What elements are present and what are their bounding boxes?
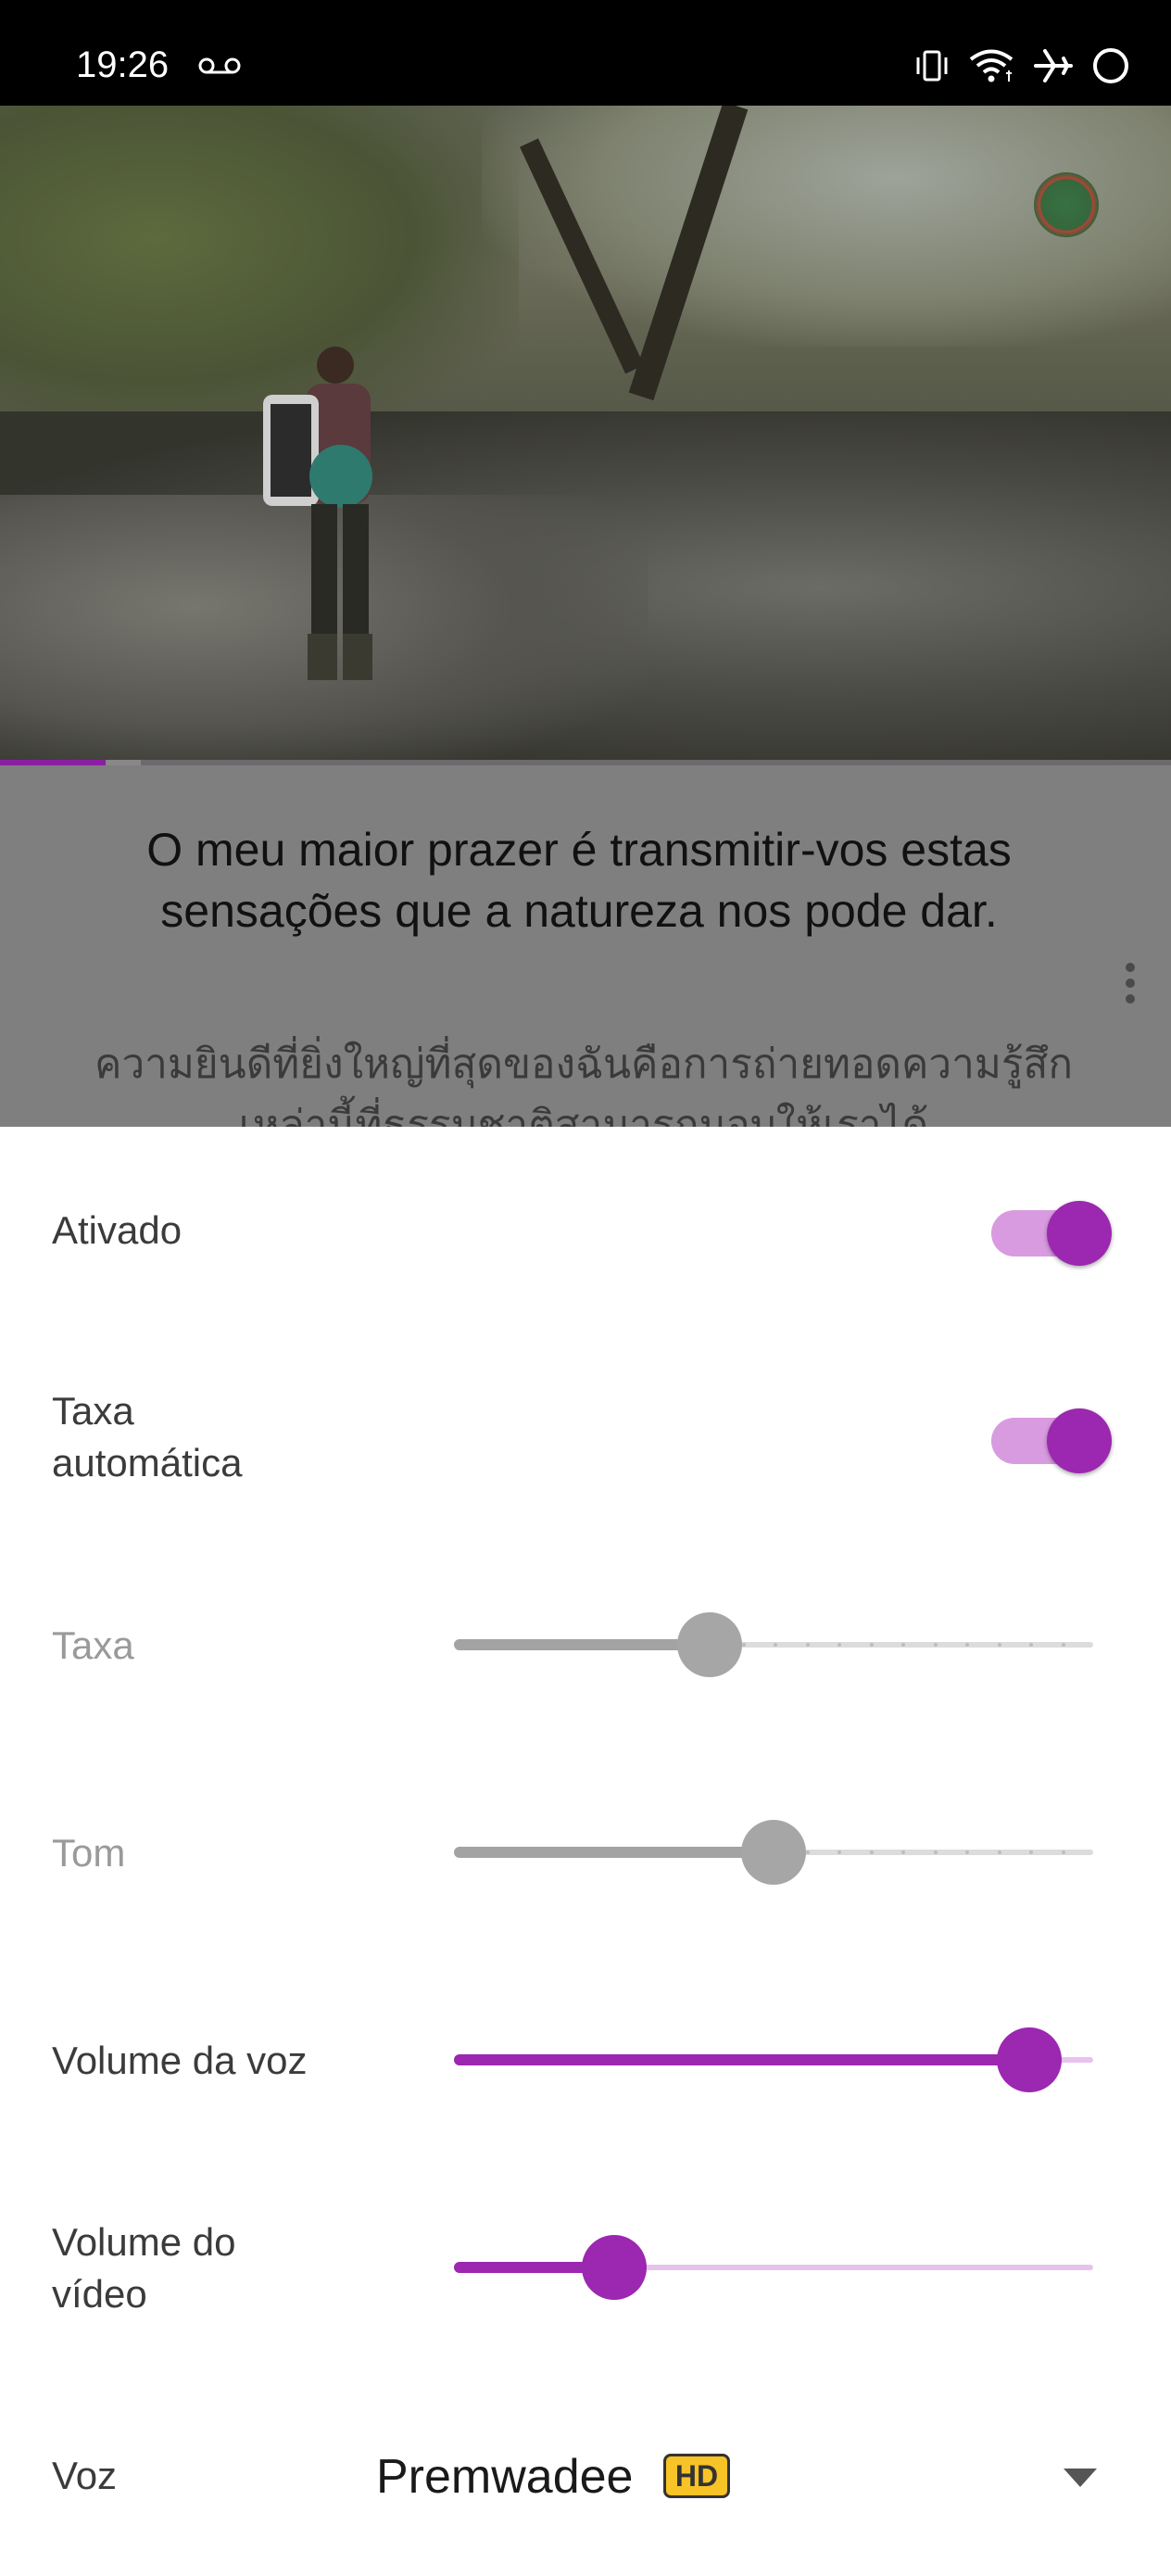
rate-label: Taxa [52, 1623, 134, 1667]
dropdown-arrow-icon[interactable] [1064, 2469, 1097, 2487]
vibrate-icon [916, 50, 948, 82]
airplane-mode-icon [1034, 49, 1073, 82]
voice-label: Voz [52, 2454, 118, 2497]
voice-volume-slider[interactable] [454, 2024, 1093, 2098]
voice-select-value[interactable]: Premwadee [376, 2446, 633, 2507]
wifi-icon [969, 49, 1014, 82]
video-frame-hiker [263, 347, 372, 680]
video-volume-label: Volume do vídeo [52, 2220, 236, 2316]
enabled-switch[interactable] [991, 1195, 1112, 1266]
video-volume-slider-thumb[interactable] [582, 2235, 647, 2300]
voice-volume-slider-thumb[interactable] [997, 2027, 1062, 2092]
rate-slider-thumb[interactable] [677, 1612, 742, 1677]
auto-rate-switch[interactable] [991, 1403, 1112, 1473]
auto-rate-label: Taxa automática [52, 1389, 243, 1484]
hd-badge: HD [663, 2454, 730, 2498]
more-options-icon[interactable] [1121, 960, 1140, 1006]
voicemail-icon [198, 57, 241, 74]
pitch-label: Tom [52, 1831, 126, 1875]
video-volume-slider[interactable] [454, 2231, 1093, 2305]
pitch-slider[interactable] [454, 1816, 1093, 1890]
status-time: 19:26 [76, 44, 170, 85]
subtitle-secondary: ความยินดีที่ยิ่งใหญ่ที่สุดของฉันคือการถ่… [94, 1042, 1073, 1127]
subtitle-primary: O meu maior prazer é transmitir-vos esta… [146, 824, 1012, 937]
pitch-slider-thumb[interactable] [741, 1820, 806, 1885]
video-player[interactable] [0, 106, 1171, 764]
circle-status-icon [1093, 48, 1128, 83]
channel-logo [1034, 172, 1099, 237]
rate-slider[interactable] [454, 1609, 1093, 1683]
subtitle-panel: O meu maior prazer é transmitir-vos esta… [0, 765, 1171, 1127]
voice-volume-label: Volume da voz [52, 2039, 308, 2082]
enabled-label: Ativado [52, 1208, 183, 1252]
status-bar: 19:26 [0, 0, 1171, 106]
